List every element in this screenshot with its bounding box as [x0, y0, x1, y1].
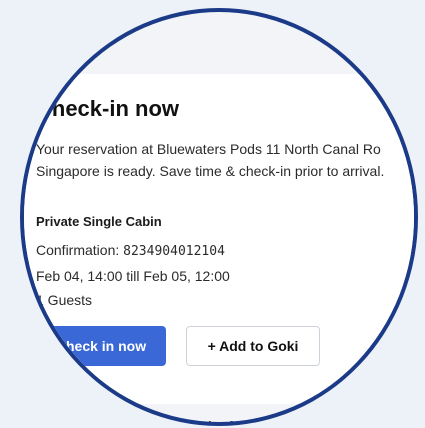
add-to-goki-button[interactable]: + Add to Goki — [186, 326, 320, 366]
check-in-button[interactable]: Check in now — [36, 326, 166, 366]
footer-text: Get the f — [176, 418, 233, 426]
magnifier-lens: Check-in now Your reservation at Bluewat… — [20, 8, 418, 426]
stay-dates: Feb 04, 14:00 till Feb 05, 12:00 — [36, 268, 230, 284]
checkin-card: Check-in now Your reservation at Bluewat… — [24, 74, 414, 404]
description-line-1: Your reservation at Bluewaters Pods 11 N… — [36, 141, 381, 157]
description-line-2: Singapore is ready. Save time & check-in… — [36, 163, 385, 179]
guest-count: 1 Guests — [36, 292, 93, 308]
room-type: Private Single Cabin — [36, 214, 162, 229]
page-title: Check-in now — [36, 96, 180, 121]
confirmation-label: Confirmation: — [36, 242, 120, 258]
confirmation-code: 8234904012104 — [123, 244, 225, 259]
reservation-description: Your reservation at Bluewaters Pods 11 N… — [36, 138, 414, 182]
confirmation-row: Confirmation: 8234904012104 — [36, 242, 225, 259]
